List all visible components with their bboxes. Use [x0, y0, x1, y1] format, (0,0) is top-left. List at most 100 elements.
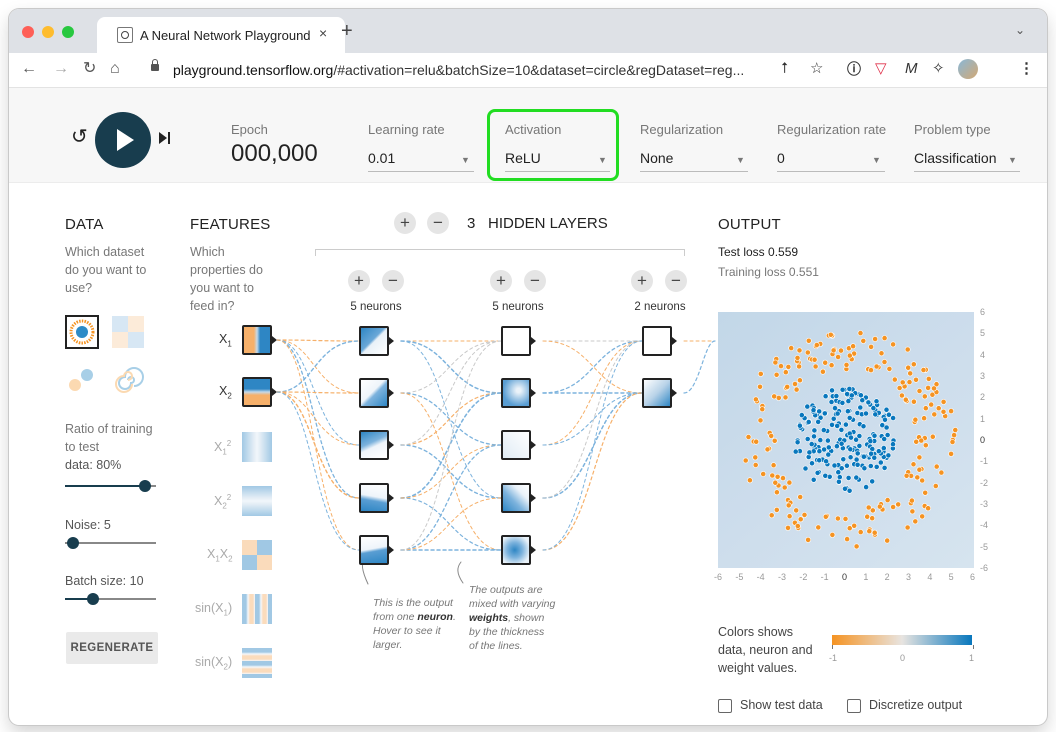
data-point-orange — [838, 347, 844, 354]
data-point-blue — [810, 407, 817, 413]
data-point-orange — [860, 337, 867, 344]
data-point-orange — [916, 466, 923, 473]
data-point-blue — [863, 484, 869, 490]
data-point-blue — [839, 386, 846, 393]
data-point-blue — [856, 433, 863, 439]
data-point-blue — [825, 451, 832, 458]
data-point-orange — [904, 346, 911, 353]
data-point-blue — [831, 462, 838, 469]
data-point-blue — [836, 478, 842, 485]
data-point-orange — [797, 494, 804, 500]
data-point-orange — [827, 331, 834, 338]
data-point-blue — [792, 448, 799, 455]
data-point-orange — [907, 370, 914, 377]
data-point-orange — [846, 525, 853, 532]
data-point-orange — [919, 513, 926, 520]
data-point-orange — [757, 417, 764, 424]
data-point-orange — [876, 503, 883, 510]
output-title: OUTPUT — [718, 216, 781, 233]
show-test-data-checkbox[interactable] — [718, 699, 732, 713]
data-point-orange — [773, 371, 780, 378]
data-point-blue — [873, 463, 880, 470]
data-point-orange — [921, 415, 927, 422]
output-heatmap[interactable] — [718, 312, 974, 568]
x-tick-label: -4 — [756, 572, 765, 582]
data-point-orange — [843, 362, 850, 368]
data-point-orange — [822, 513, 829, 520]
data-point-blue — [880, 445, 887, 451]
data-point-blue — [872, 411, 879, 418]
data-point-orange — [922, 489, 929, 496]
data-point-blue — [825, 437, 831, 444]
data-point-orange — [933, 463, 940, 470]
data-point-orange — [784, 384, 791, 390]
data-point-orange — [940, 399, 947, 405]
data-point-orange — [801, 511, 808, 518]
data-point-orange — [922, 442, 929, 449]
data-point-orange — [884, 497, 891, 503]
data-point-blue — [809, 460, 815, 467]
data-point-blue — [838, 427, 845, 433]
data-point-blue — [794, 439, 801, 446]
browser-window: A Neural Network Playground × + ⌄ ← → ↻ … — [9, 9, 1047, 725]
discretize-output-label: Discretize output — [869, 698, 963, 712]
data-point-blue — [843, 462, 850, 469]
data-point-orange — [786, 479, 793, 486]
data-point-orange — [792, 381, 798, 387]
data-point-blue — [832, 405, 838, 411]
data-point-blue — [825, 444, 832, 451]
data-point-blue — [822, 472, 829, 479]
data-point-orange — [782, 394, 789, 401]
data-point-orange — [916, 388, 923, 394]
data-point-orange — [746, 477, 753, 484]
data-point-blue — [823, 458, 829, 465]
data-point-orange — [949, 439, 956, 445]
legend-tick-mid: 0 — [900, 653, 906, 663]
data-point-orange — [929, 433, 936, 440]
data-point-orange — [822, 359, 829, 366]
data-point-blue — [859, 397, 866, 404]
data-point-orange — [931, 385, 937, 392]
data-point-blue — [853, 456, 860, 463]
y-tick-label: 2 — [980, 392, 986, 403]
data-point-blue — [868, 450, 874, 457]
data-point-blue — [857, 404, 864, 411]
data-point-orange — [764, 446, 771, 453]
data-point-orange — [918, 437, 925, 444]
data-point-orange — [938, 469, 945, 476]
data-point-blue — [798, 412, 805, 418]
data-point-orange — [812, 363, 819, 370]
data-point-orange — [835, 515, 841, 522]
data-point-blue — [863, 410, 869, 417]
data-point-orange — [896, 385, 903, 391]
data-point-orange — [815, 524, 822, 531]
data-point-orange — [868, 344, 874, 350]
data-point-orange — [752, 462, 759, 468]
data-point-orange — [774, 473, 781, 480]
data-point-blue — [805, 419, 812, 425]
data-point-blue — [829, 422, 835, 428]
data-point-blue — [883, 424, 890, 431]
data-point-blue — [848, 434, 854, 441]
x-tick-label: 2 — [884, 572, 890, 582]
data-point-orange — [899, 379, 906, 386]
data-point-orange — [951, 432, 957, 438]
data-point-orange — [846, 352, 853, 359]
data-point-orange — [805, 536, 811, 543]
data-point-orange — [865, 504, 872, 511]
y-tick-label: 1 — [980, 413, 986, 424]
data-point-orange — [794, 355, 801, 361]
data-point-orange — [820, 368, 826, 375]
data-point-blue — [853, 474, 860, 481]
data-point-orange — [910, 398, 917, 405]
data-point-orange — [830, 347, 837, 354]
data-point-blue — [854, 450, 861, 457]
data-point-orange — [928, 401, 935, 408]
discretize-output-checkbox[interactable] — [847, 699, 861, 713]
y-tick-label: 6 — [980, 307, 986, 317]
data-point-orange — [844, 536, 851, 542]
data-point-orange — [919, 477, 926, 484]
data-point-orange — [811, 356, 818, 363]
data-point-blue — [836, 474, 843, 480]
data-point-orange — [760, 471, 767, 477]
